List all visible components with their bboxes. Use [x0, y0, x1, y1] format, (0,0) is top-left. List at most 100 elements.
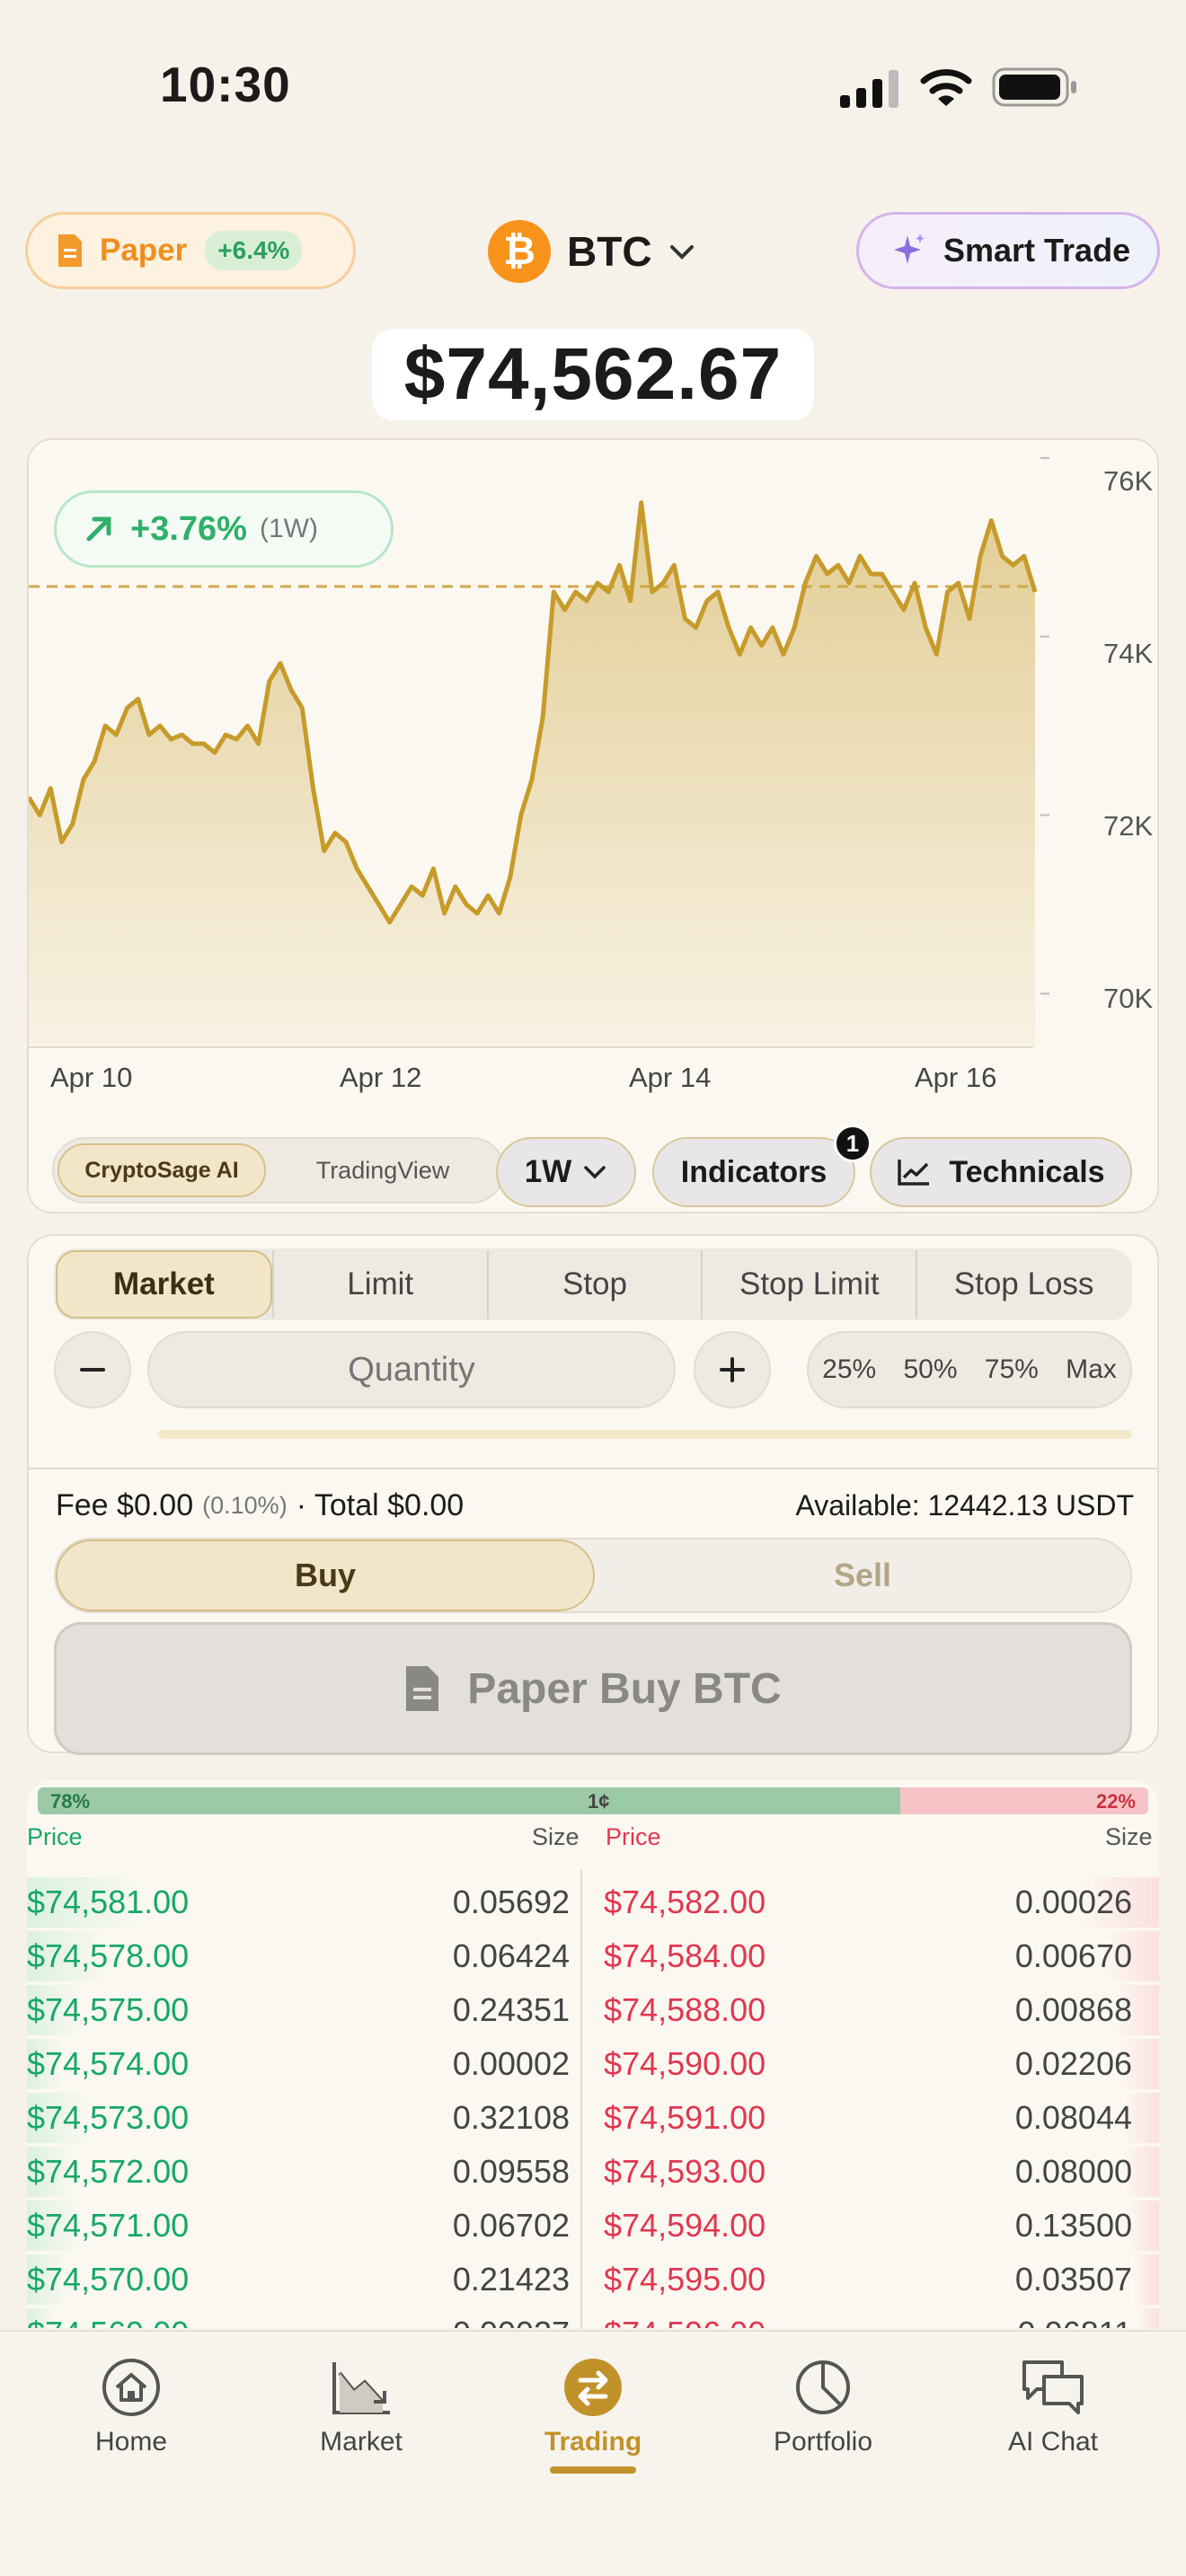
bid-size: 0.00002 [452, 2045, 570, 2082]
order-type-tabs: Market Limit Stop Stop Limit Stop Loss [54, 1248, 1132, 1320]
tab-cryptosage-ai[interactable]: CryptoSage AI [58, 1143, 266, 1197]
tab-tradingview[interactable]: TradingView [266, 1143, 500, 1197]
ask-size: 0.00026 [1014, 1883, 1132, 1920]
minus-icon [80, 1368, 105, 1372]
exchange-arrows-icon [564, 2359, 622, 2416]
ask-price[interactable]: $74,584.00 [604, 1931, 766, 1981]
tab-ai-chat[interactable]: AI Chat [963, 2355, 1143, 2457]
bid-size: 0.32108 [452, 2099, 570, 2136]
plus-icon [720, 1357, 745, 1382]
bid-price-header: Price [27, 1823, 83, 1850]
pct-max-button[interactable]: Max [1066, 1354, 1117, 1385]
ask-depth-bar [1137, 2308, 1159, 2328]
tab-trading[interactable]: Trading [503, 2355, 683, 2474]
tab-trading-label: Trading [544, 2427, 642, 2457]
ask-price[interactable]: $74,591.00 [604, 2093, 766, 2143]
tab-stop[interactable]: Stop [486, 1250, 702, 1319]
divider [29, 1468, 1157, 1469]
bid-size: 0.09558 [452, 2153, 570, 2190]
pct-50-button[interactable]: 50% [903, 1354, 957, 1385]
depth-ratio-bar: 78% 1¢ 22% [38, 1787, 1148, 1814]
change-period: (1W) [259, 514, 318, 543]
available-balance: Available: 12442.13 USDT [795, 1488, 1134, 1522]
bid-price[interactable]: $74,571.00 [27, 2201, 189, 2251]
wifi-icon [920, 69, 972, 106]
quantity-percent-buttons: 25% 50% 75% Max [807, 1331, 1132, 1408]
smart-trade-button[interactable]: Smart Trade [856, 212, 1160, 289]
bid-price[interactable]: $74,572.00 [27, 2147, 189, 2197]
ask-price[interactable]: $74,595.00 [604, 2254, 766, 2305]
ask-size: 0.08044 [1014, 2099, 1132, 2136]
fee-label: Fee [56, 1487, 109, 1522]
pct-25-button[interactable]: 25% [822, 1354, 876, 1385]
spread-value: 1¢ [588, 1790, 610, 1813]
x-tick-label: Apr 12 [340, 1062, 422, 1093]
ask-size: 0.13500 [1014, 2207, 1132, 2244]
arrow-up-right-icon [86, 516, 111, 542]
submit-order-button[interactable]: Paper Buy BTC [54, 1622, 1132, 1755]
bid-size: 0.05692 [452, 1883, 570, 1920]
tab-home[interactable]: Home [41, 2355, 221, 2457]
tab-stop-loss[interactable]: Stop Loss [916, 1250, 1130, 1319]
tab-market-label: Market [320, 2427, 403, 2457]
quantity-slider[interactable] [158, 1430, 1132, 1439]
coin-selector[interactable]: ₿ BTC [488, 219, 697, 284]
indicators-button[interactable]: Indicators [652, 1137, 855, 1207]
timeframe-label: 1W [524, 1154, 572, 1189]
bid-size: 0.24351 [452, 1991, 570, 2028]
x-tick-label: Apr 14 [629, 1062, 712, 1093]
decrease-quantity-button[interactable] [54, 1331, 131, 1408]
technicals-button[interactable]: Technicals [870, 1137, 1132, 1207]
ask-price[interactable]: $74,594.00 [604, 2201, 766, 2251]
bid-price[interactable]: $74,573.00 [27, 2093, 189, 2143]
increase-quantity-button[interactable] [694, 1331, 771, 1408]
book-divider [580, 1870, 582, 2328]
ask-size: 0.00868 [1014, 1991, 1132, 2028]
bid-price[interactable]: $74,575.00 [27, 1985, 189, 2035]
y-tick-label: 72K [1103, 810, 1154, 842]
bid-price[interactable]: $74,570.00 [27, 2254, 189, 2305]
period-change-pill: +3.76% (1W) [54, 490, 394, 568]
bid-size: 0.06424 [452, 1937, 570, 1974]
tab-market[interactable]: Market [56, 1250, 272, 1319]
bottom-tab-bar: Home Market Trading Portfolio AI Chat [0, 2330, 1186, 2576]
paper-trading-toggle[interactable]: Paper +6.4% [25, 212, 356, 289]
quantity-input[interactable] [147, 1331, 676, 1408]
bid-size: 0.06702 [452, 2207, 570, 2244]
ask-price[interactable]: $74,588.00 [604, 1985, 766, 2035]
ask-price[interactable]: $74,596.00 [604, 2308, 766, 2328]
tab-market[interactable]: Market [271, 2355, 451, 2457]
bid-price[interactable]: $74,574.00 [27, 2039, 189, 2089]
total-value: $0.00 [387, 1487, 465, 1522]
active-tab-indicator [550, 2466, 636, 2474]
coin-symbol: BTC [567, 228, 652, 275]
line-chart-icon [898, 1160, 930, 1186]
market-chart-icon [332, 2362, 390, 2414]
bid-price[interactable]: $74,581.00 [27, 1877, 189, 1928]
chat-bubbles-icon [1022, 2360, 1084, 2414]
ask-depth-bar [1128, 2201, 1159, 2251]
clock: 10:30 [160, 57, 291, 112]
ask-price[interactable]: $74,593.00 [604, 2147, 766, 2197]
ask-size: 0.08000 [1014, 2153, 1132, 2190]
sell-tab[interactable]: Sell [595, 1539, 1130, 1611]
tab-limit[interactable]: Limit [271, 1250, 487, 1319]
bid-price[interactable]: $74,569.00 [27, 2308, 189, 2328]
tab-stop-limit[interactable]: Stop Limit [701, 1250, 916, 1319]
x-tick-label: Apr 10 [50, 1062, 133, 1093]
tab-portfolio[interactable]: Portfolio [733, 2355, 913, 2457]
y-tick-label: 74K [1103, 638, 1154, 669]
pct-75-button[interactable]: 75% [985, 1354, 1039, 1385]
timeframe-selector[interactable]: 1W [496, 1137, 636, 1207]
bid-ratio: 78% 1¢ [38, 1787, 900, 1814]
order-book: 78% 1¢ 22% Price Size Price Size $74,581… [27, 1780, 1159, 2328]
chart-source-toggle: CryptoSage AI TradingView [52, 1137, 505, 1204]
ask-price[interactable]: $74,590.00 [604, 2039, 766, 2089]
bid-price[interactable]: $74,578.00 [27, 1931, 189, 1981]
ask-size-header: Size [1105, 1823, 1153, 1850]
ask-price[interactable]: $74,582.00 [604, 1877, 766, 1928]
fee-summary: Fee $0.00 (0.10%) · Total $0.00 Availabl… [56, 1480, 1134, 1531]
submit-label: Paper Buy BTC [467, 1664, 782, 1713]
tab-portfolio-label: Portfolio [773, 2427, 873, 2457]
buy-tab[interactable]: Buy [56, 1539, 595, 1611]
